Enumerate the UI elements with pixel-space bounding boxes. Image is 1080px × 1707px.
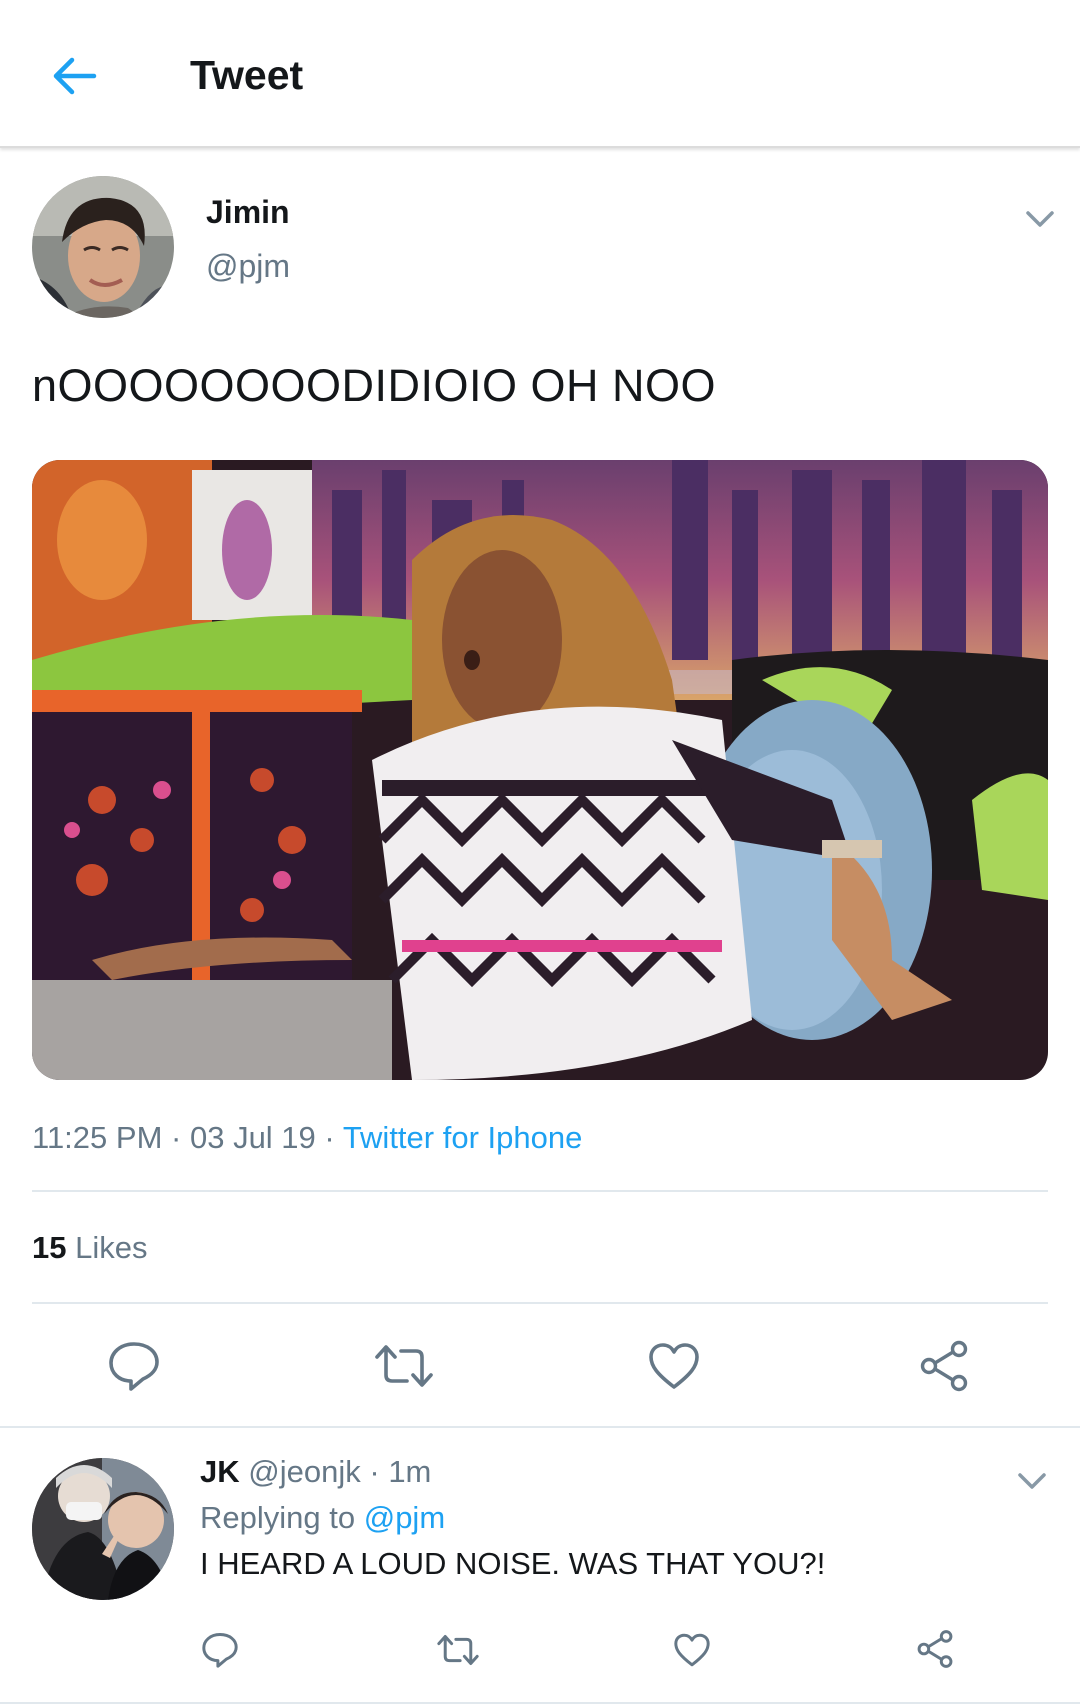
- arrow-left-icon: [53, 57, 97, 95]
- tweet-media-image[interactable]: [32, 460, 1048, 1080]
- meta-separator: ·: [171, 1120, 182, 1155]
- reply-time: 1m: [388, 1454, 432, 1489]
- share-button[interactable]: [914, 1336, 974, 1396]
- share-icon: [920, 1340, 968, 1392]
- reply-icon: [109, 1342, 159, 1391]
- likes-summary[interactable]: 15 Likes: [32, 1230, 147, 1266]
- reply-share-button[interactable]: [912, 1626, 958, 1672]
- retweet-button[interactable]: [372, 1336, 436, 1396]
- chevron-down-icon: [1018, 1473, 1046, 1489]
- share-icon: [917, 1630, 953, 1668]
- tweet-text: nOOOOOOOODIDIOIO OH NOO: [32, 360, 717, 411]
- heart-icon: [649, 1343, 699, 1389]
- tweet-time: 11:25 PM: [32, 1120, 163, 1155]
- author-name[interactable]: Jimin: [206, 194, 290, 231]
- reply-button[interactable]: [104, 1336, 164, 1396]
- tweet-menu-button[interactable]: [1020, 204, 1060, 234]
- page-title: Tweet: [190, 52, 304, 98]
- section-divider: [0, 1702, 1080, 1704]
- reply-author-avatar[interactable]: [32, 1458, 174, 1600]
- author-handle[interactable]: @pjm: [206, 248, 290, 285]
- heart-icon: [674, 1633, 710, 1667]
- tweet-date: 03 Jul 19: [189, 1120, 316, 1155]
- reply-menu-button[interactable]: [1012, 1466, 1052, 1496]
- reply-text: I HEARD A LOUD NOISE. WAS THAT YOU?!: [200, 1546, 826, 1581]
- reply-reply-button[interactable]: [198, 1628, 242, 1672]
- retweet-icon: [375, 1345, 433, 1387]
- meta-separator: ·: [369, 1454, 380, 1489]
- chevron-down-icon: [1026, 211, 1054, 227]
- meta-separator: ·: [324, 1120, 335, 1155]
- reply-like-button[interactable]: [670, 1628, 714, 1672]
- replying-to-link[interactable]: @pjm: [364, 1500, 445, 1535]
- tweet-meta: 11:25 PM · 03 Jul 19 · Twitter for Iphon…: [32, 1120, 582, 1156]
- reply-author-handle[interactable]: @jeonjk: [248, 1454, 360, 1489]
- like-button[interactable]: [644, 1336, 704, 1396]
- tweet-source-link[interactable]: Twitter for Iphone: [343, 1120, 583, 1155]
- likes-label: Likes: [75, 1230, 148, 1265]
- top-app-bar: Tweet: [0, 0, 1080, 148]
- divider: [32, 1302, 1048, 1304]
- reply-author-name[interactable]: JK: [200, 1454, 240, 1489]
- section-divider: [0, 1426, 1080, 1428]
- divider: [32, 1190, 1048, 1192]
- back-button[interactable]: [44, 46, 104, 106]
- replying-to-label: Replying to: [200, 1500, 356, 1535]
- author-avatar[interactable]: [32, 176, 174, 318]
- reply-retweet-button[interactable]: [434, 1628, 482, 1672]
- reply-header: JK @jeonjk · 1m: [200, 1454, 431, 1490]
- reply-icon: [202, 1633, 238, 1668]
- likes-count: 15: [32, 1230, 67, 1265]
- retweet-icon: [437, 1635, 479, 1665]
- replying-to: Replying to @pjm: [200, 1500, 445, 1536]
